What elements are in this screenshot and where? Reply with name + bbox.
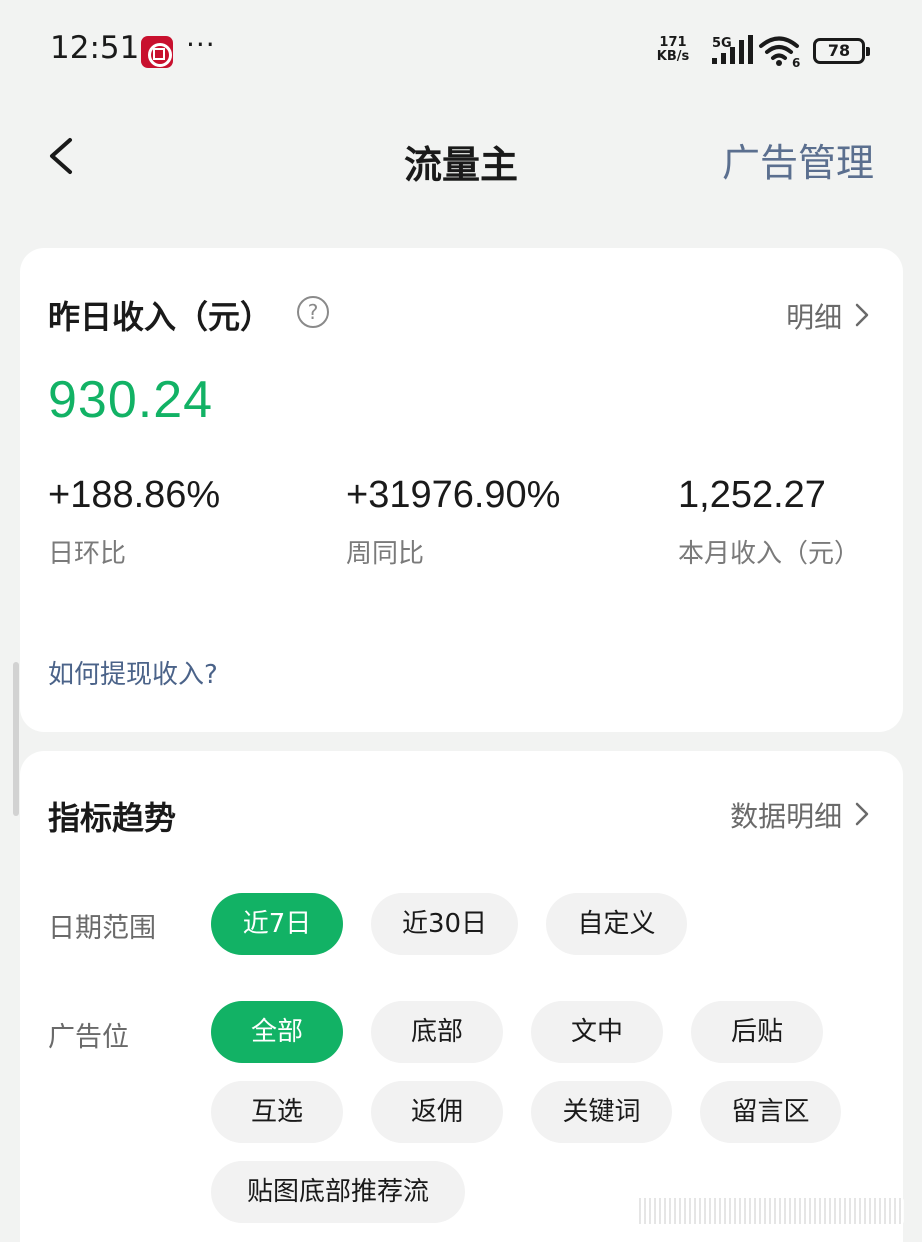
nav-header: 流量主 广告管理 — [0, 110, 922, 200]
date-range-label: 日期范围 — [48, 913, 156, 944]
status-time: 12:51 — [50, 30, 140, 66]
chevron-right-icon — [855, 303, 869, 327]
how-to-withdraw-link[interactable]: 如何提现收入? — [48, 654, 218, 691]
ad-management-link[interactable]: 广告管理 — [722, 132, 874, 187]
watermark — [636, 1198, 904, 1224]
monthly-income-value: 1,252.27 — [678, 474, 826, 516]
income-card: 昨日收入（元） ? 明细 930.24 +188.86% 日环比 +31976.… — [20, 248, 903, 732]
battery-icon: 78 — [813, 38, 870, 64]
chip-ad-image-bottom-feed[interactable]: 贴图底部推荐流 — [211, 1161, 465, 1223]
bank-app-icon — [141, 36, 173, 68]
chip-ad-bottom[interactable]: 底部 — [371, 1001, 503, 1063]
ad-position-label: 广告位 — [48, 1022, 129, 1053]
chip-ad-commission[interactable]: 返佣 — [371, 1081, 503, 1143]
yesterday-income-value: 930.24 — [48, 371, 214, 429]
chip-last-30-days[interactable]: 近30日 — [371, 893, 518, 955]
week-over-week-value: +31976.90% — [346, 474, 561, 516]
chip-custom-range[interactable]: 自定义 — [546, 893, 687, 955]
chip-ad-mutual-select[interactable]: 互选 — [211, 1081, 343, 1143]
wifi-icon: 6 — [759, 36, 800, 68]
income-detail-link[interactable]: 明细 — [786, 296, 869, 336]
network-speed-value: 171 — [659, 35, 687, 50]
network-type-label: 5G — [712, 36, 732, 51]
data-detail-link[interactable]: 数据明细 — [730, 795, 869, 835]
chip-ad-comment-area[interactable]: 留言区 — [700, 1081, 841, 1143]
chip-ad-post-roll[interactable]: 后贴 — [691, 1001, 823, 1063]
chip-ad-in-article[interactable]: 文中 — [531, 1001, 663, 1063]
income-title: 昨日收入（元） — [48, 298, 273, 336]
day-over-day-stat: +188.86% 日环比 — [48, 474, 220, 570]
cellular-signal-icon: 5G — [712, 35, 753, 64]
chip-last-7-days[interactable]: 近7日 — [211, 893, 343, 955]
income-detail-label: 明细 — [786, 301, 843, 334]
monthly-income-label: 本月收入（元） — [678, 539, 861, 569]
screen: 12:51 ··· 171 KB/s 5G 6 78 流量主 广告管理 昨日收入… — [0, 0, 922, 1242]
scroll-indicator[interactable] — [13, 662, 19, 816]
chip-ad-keyword[interactable]: 关键词 — [531, 1081, 672, 1143]
day-over-day-value: +188.86% — [48, 474, 221, 516]
data-detail-label: 数据明细 — [730, 800, 843, 833]
network-speed-unit: KB/s — [656, 49, 690, 64]
trend-title: 指标趋势 — [48, 799, 177, 837]
status-bar: 12:51 ··· 171 KB/s 5G 6 78 — [0, 0, 922, 100]
chip-ad-all[interactable]: 全部 — [211, 1001, 343, 1063]
monthly-income-stat: 1,252.27 本月收入（元） — [678, 474, 860, 570]
network-speed: 171 KB/s — [652, 36, 694, 64]
chevron-right-icon — [855, 802, 869, 826]
help-icon[interactable]: ? — [297, 296, 329, 328]
metrics-trend-card: 指标趋势 数据明细 日期范围 近7日 近30日 自定义 广告位 全部 底部 文中… — [20, 751, 903, 1242]
more-notifications-icon: ··· — [186, 28, 216, 61]
wifi-badge: 6 — [792, 56, 800, 68]
week-over-week-stat: +31976.90% 周同比 — [346, 474, 560, 570]
week-over-week-label: 周同比 — [346, 539, 425, 569]
day-over-day-label: 日环比 — [48, 539, 127, 569]
